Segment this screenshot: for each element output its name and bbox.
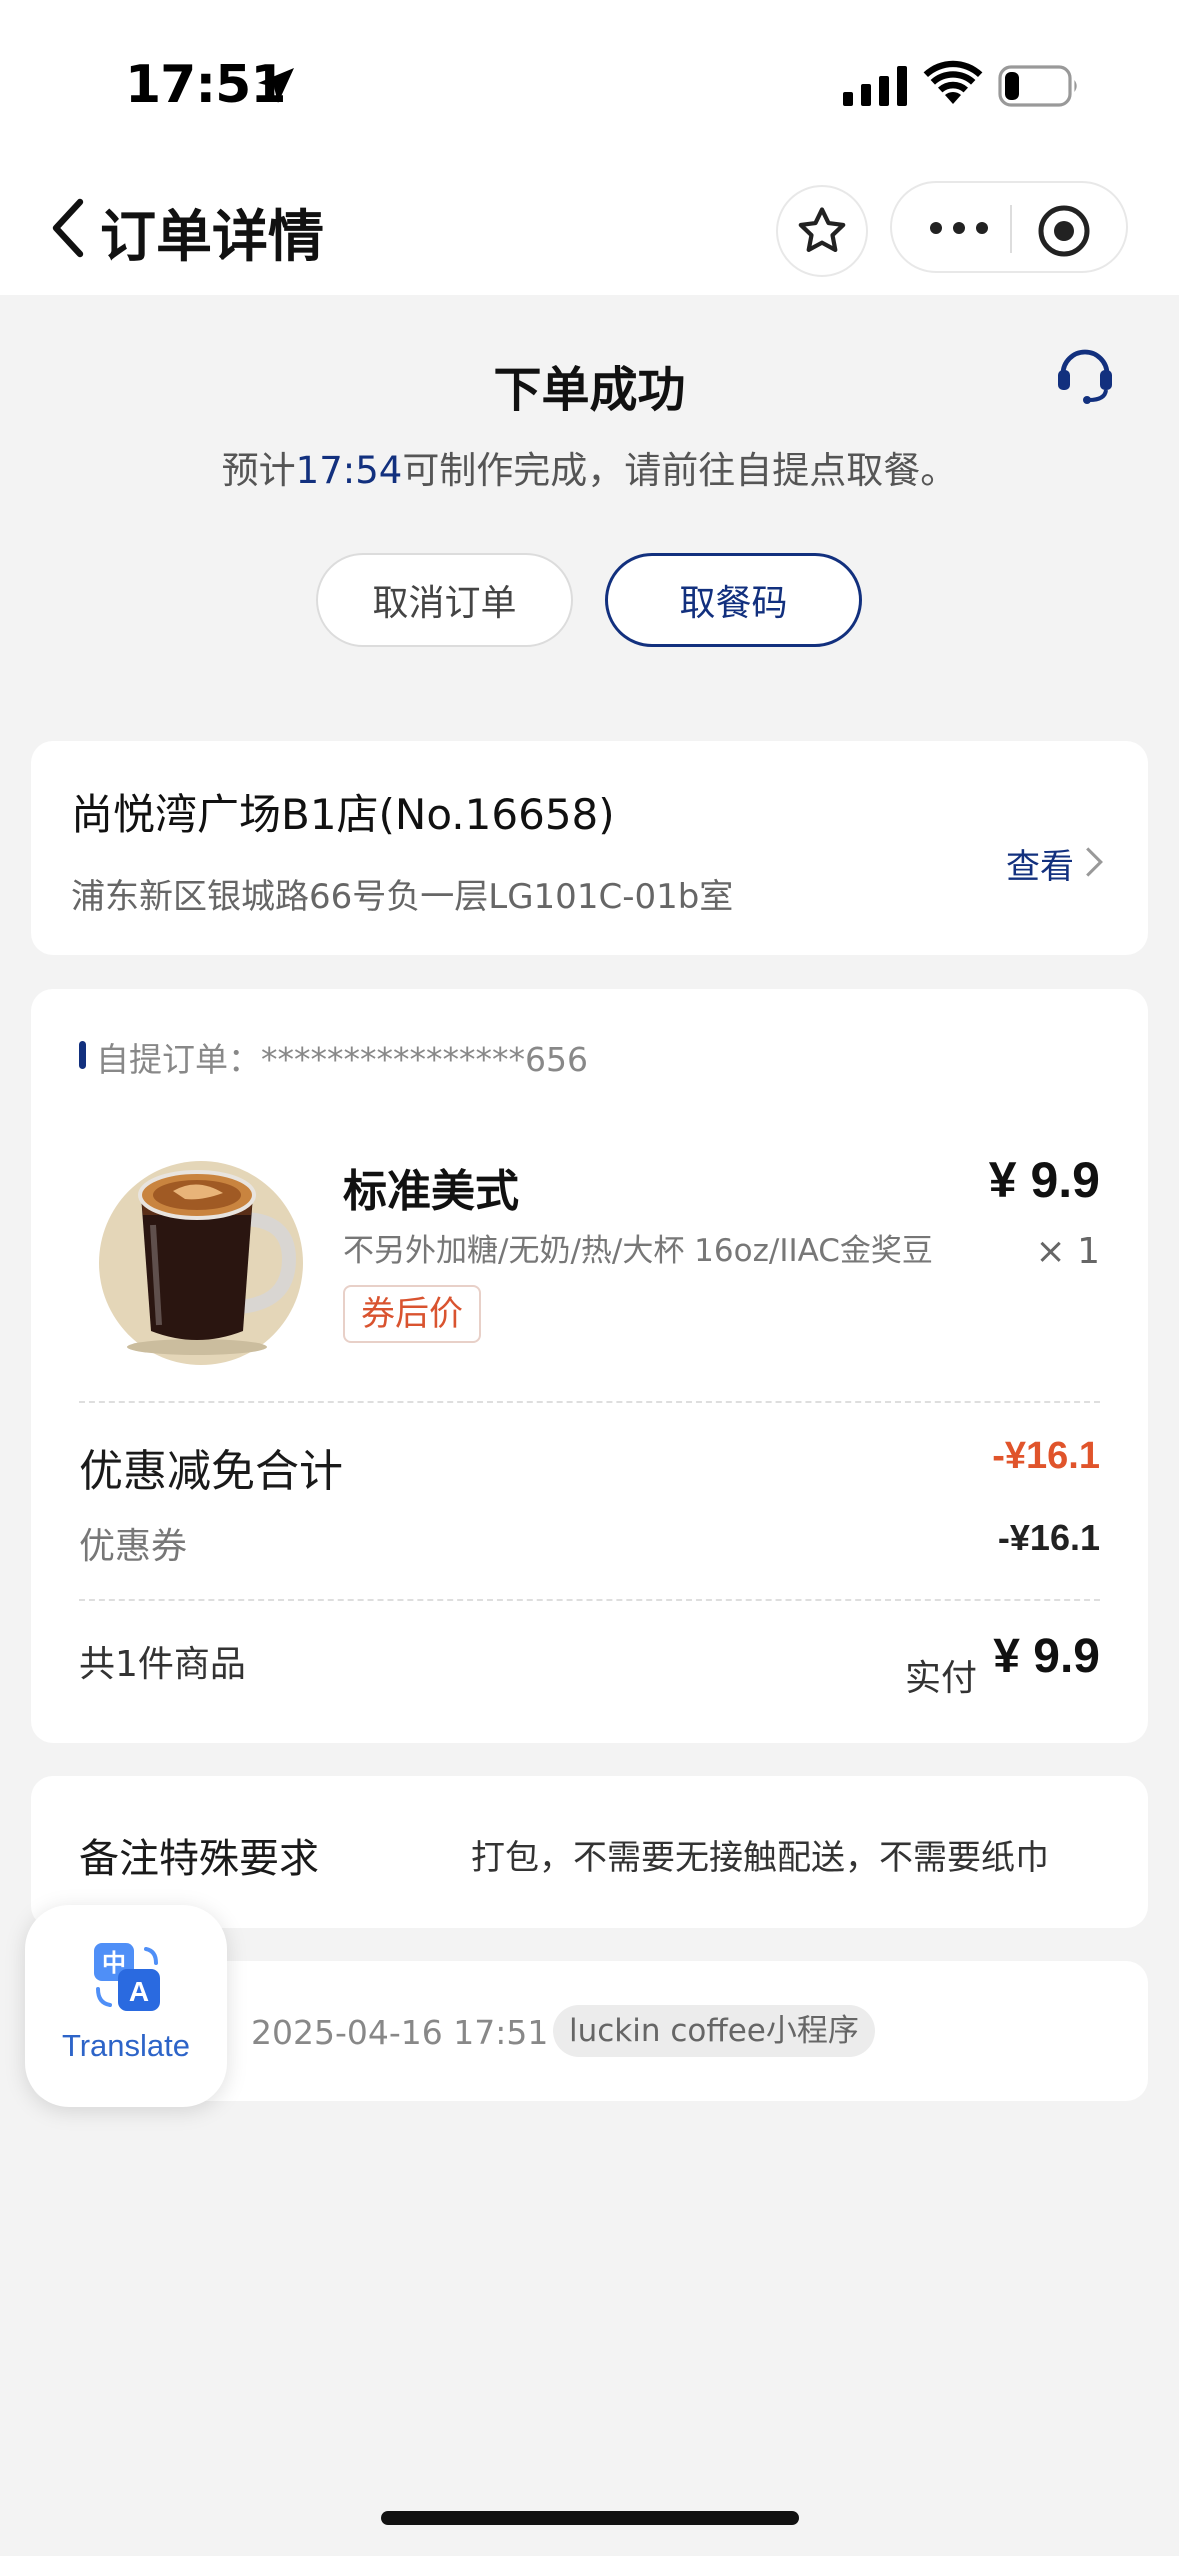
battery-icon bbox=[998, 65, 1077, 107]
estimated-time: 17:54 bbox=[295, 449, 403, 492]
home-indicator[interactable] bbox=[381, 2511, 799, 2525]
order-status-title: 下单成功 bbox=[493, 362, 686, 418]
page-title: 订单详情 bbox=[100, 205, 324, 270]
close-miniprogram-icon[interactable] bbox=[1036, 203, 1092, 259]
product-image bbox=[99, 1161, 303, 1365]
remark-card: 备注特殊要求 打包，不需要无接触配送，不需要纸巾 bbox=[31, 1776, 1148, 1928]
paid-label: 实付 bbox=[905, 1658, 978, 1699]
order-time: 2025-04-16 17:51 bbox=[251, 2013, 549, 2052]
remark-label: 备注特殊要求 bbox=[79, 1836, 319, 1882]
capsule-divider bbox=[1010, 205, 1012, 253]
discount-total-value: -¥16.1 bbox=[992, 1435, 1100, 1477]
pickup-accent-bar bbox=[79, 1041, 86, 1069]
svg-text:A: A bbox=[129, 1976, 149, 2007]
order-source-badge: luckin coffee小程序 bbox=[553, 2005, 875, 2057]
translate-button[interactable]: 中 A Translate bbox=[25, 1905, 227, 2107]
divider-dashed bbox=[79, 1599, 1100, 1601]
translate-icon: 中 A bbox=[94, 1943, 160, 2011]
discount-total-label: 优惠减免合计 bbox=[79, 1446, 343, 1497]
order-number: ****************656 bbox=[261, 1040, 588, 1079]
chevron-right-icon bbox=[1086, 847, 1103, 877]
product-name: 标准美式 bbox=[343, 1166, 519, 1217]
status-desc-prefix: 预计 bbox=[221, 449, 296, 492]
miniprogram-capsule bbox=[890, 181, 1128, 273]
location-arrow-icon bbox=[258, 68, 294, 103]
product-spec: 不另外加糖/无奶/热/大杯 16oz/IIAC金奖豆 bbox=[343, 1233, 933, 1269]
cancel-order-button[interactable]: 取消订单 bbox=[316, 553, 573, 647]
store-view-link[interactable]: 查看 bbox=[1006, 839, 1074, 888]
more-options-icon[interactable] bbox=[928, 213, 990, 243]
status-desc-suffix: 可制作完成，请前往自提点取餐。 bbox=[402, 449, 958, 492]
remark-value: 打包，不需要无接触配送，不需要纸巾 bbox=[471, 1838, 1049, 1878]
back-arrow-icon[interactable] bbox=[44, 196, 92, 260]
coupon-value: -¥16.1 bbox=[997, 1517, 1100, 1558]
pickup-order-label: 自提订单： bbox=[96, 1040, 261, 1079]
coupon-label: 优惠券 bbox=[79, 1526, 188, 1567]
product-price: ¥ 9.9 bbox=[988, 1152, 1100, 1208]
store-name: 尚悦湾广场B1店(No.16658) bbox=[71, 790, 615, 839]
order-status-description: 预计17:54可制作完成，请前往自提点取餐。 bbox=[0, 440, 1179, 494]
item-count: 共1件商品 bbox=[79, 1644, 246, 1685]
product-quantity: × 1 bbox=[1035, 1231, 1100, 1272]
order-card: 自提订单：****************656 标准美式 不另外加糖/无奶/热… bbox=[31, 989, 1148, 1743]
store-card: 尚悦湾广场B1店(No.16658) 浦东新区银城路66号负一层LG101C-0… bbox=[31, 741, 1148, 955]
pickup-code-button[interactable]: 取餐码 bbox=[605, 553, 862, 647]
paid-amount: ¥ 9.9 bbox=[993, 1630, 1100, 1683]
divider-dashed bbox=[79, 1401, 1100, 1403]
store-address: 浦东新区银城路66号负一层LG101C-01b室 bbox=[71, 877, 734, 917]
coupon-price-tag: 券后价 bbox=[343, 1285, 481, 1343]
star-icon bbox=[798, 207, 846, 252]
favorite-button[interactable] bbox=[776, 185, 868, 277]
pickup-order-number: 自提订单：****************656 bbox=[96, 1033, 588, 1081]
wifi-icon bbox=[923, 60, 983, 104]
translate-label: Translate bbox=[61, 2028, 191, 2063]
cellular-signal-icon bbox=[843, 66, 907, 106]
